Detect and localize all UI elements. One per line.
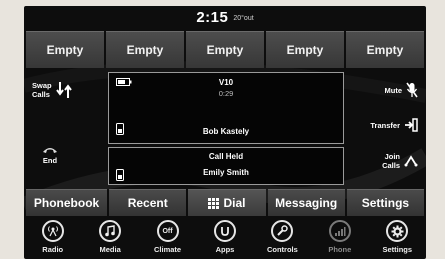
- call-held-status: Call Held: [208, 152, 244, 161]
- swap-calls-button[interactable]: Swap Calls: [32, 80, 72, 100]
- favorites-row: Empty Empty Empty Empty Empty: [26, 31, 424, 68]
- clock: 2:15: [196, 8, 229, 26]
- tab-recent[interactable]: Recent: [109, 189, 187, 216]
- active-call-panel[interactable]: V10 0:29 Bob Kastely: [108, 72, 344, 144]
- mute-button[interactable]: Mute: [385, 82, 419, 98]
- app-radio-label: Radio: [42, 245, 64, 254]
- main-app-bar: Radio Media Off Climate Apps Controls Ph…: [24, 220, 426, 259]
- favorite-slot-1[interactable]: Empty: [26, 31, 104, 68]
- end-call-label: End: [42, 156, 58, 165]
- climate-off-icon: Off: [156, 220, 179, 242]
- swap-calls-label: Swap Calls: [32, 81, 52, 99]
- phone-menu-bar: Phonebook Recent Dial Messaging Settings: [26, 189, 425, 216]
- apps-icon: [213, 220, 236, 242]
- app-climate-label: Climate: [154, 245, 182, 254]
- favorite-slot-3[interactable]: Empty: [186, 31, 264, 68]
- uconnect-phone-screen: 2:15 20°out Empty Empty Empty Empty Empt…: [24, 6, 426, 259]
- climate-off-glyph: Off: [162, 227, 173, 235]
- app-apps-label: Apps: [215, 245, 235, 254]
- app-climate[interactable]: Off Climate: [140, 220, 196, 254]
- app-settings-label: Settings: [382, 245, 413, 254]
- app-radio[interactable]: Radio: [25, 220, 81, 254]
- outside-temperature: 20°out: [233, 14, 254, 22]
- right-call-controls: Mute Transfer Join Calls: [346, 72, 424, 184]
- join-calls-icon: [404, 155, 418, 167]
- mute-microphone-icon: [406, 82, 418, 98]
- radio-icon: [41, 220, 64, 242]
- tab-dial[interactable]: Dial: [188, 189, 266, 216]
- join-calls-label: Join Calls: [382, 152, 400, 170]
- app-controls-label: Controls: [266, 245, 298, 254]
- call-duration: 0:29: [218, 89, 234, 98]
- end-call-button[interactable]: End: [42, 145, 58, 165]
- transfer-label: Transfer: [370, 120, 400, 130]
- tab-settings[interactable]: Settings: [346, 189, 425, 216]
- favorite-slot-4[interactable]: Empty: [266, 31, 344, 68]
- app-phone[interactable]: Phone: [312, 220, 368, 254]
- favorite-slot-2[interactable]: Empty: [106, 31, 184, 68]
- keypad-icon: [208, 197, 220, 209]
- phone-signal-icon: [328, 220, 351, 242]
- gear-icon: [386, 220, 409, 242]
- left-call-controls: Swap Calls End: [26, 72, 104, 184]
- tab-dial-label: Dial: [223, 196, 246, 210]
- mute-label: Mute: [384, 85, 403, 95]
- transfer-button[interactable]: Transfer: [370, 118, 418, 132]
- tab-messaging[interactable]: Messaging: [267, 189, 345, 216]
- app-media-label: Media: [99, 245, 121, 254]
- wrench-icon: [271, 220, 294, 242]
- transfer-icon: [405, 118, 418, 132]
- app-settings[interactable]: Settings: [369, 220, 425, 254]
- join-calls-button[interactable]: Join Calls: [382, 152, 418, 170]
- device-name: V10: [218, 78, 234, 87]
- app-controls[interactable]: Controls: [254, 220, 310, 254]
- app-phone-label: Phone: [328, 245, 352, 254]
- app-media[interactable]: Media: [82, 220, 138, 254]
- music-note-icon: [99, 220, 122, 242]
- hang-up-icon: [43, 148, 57, 153]
- status-bar: 2:15 20°out: [24, 6, 426, 28]
- favorite-slot-5[interactable]: Empty: [346, 31, 424, 68]
- swap-arrows-icon: [55, 82, 72, 98]
- app-apps[interactable]: Apps: [197, 220, 253, 254]
- tab-phonebook[interactable]: Phonebook: [26, 189, 108, 216]
- held-contact-name: Emily Smith: [203, 168, 249, 177]
- held-call-panel[interactable]: Call Held Emily Smith: [108, 147, 344, 185]
- active-contact-name: Bob Kastely: [202, 127, 250, 136]
